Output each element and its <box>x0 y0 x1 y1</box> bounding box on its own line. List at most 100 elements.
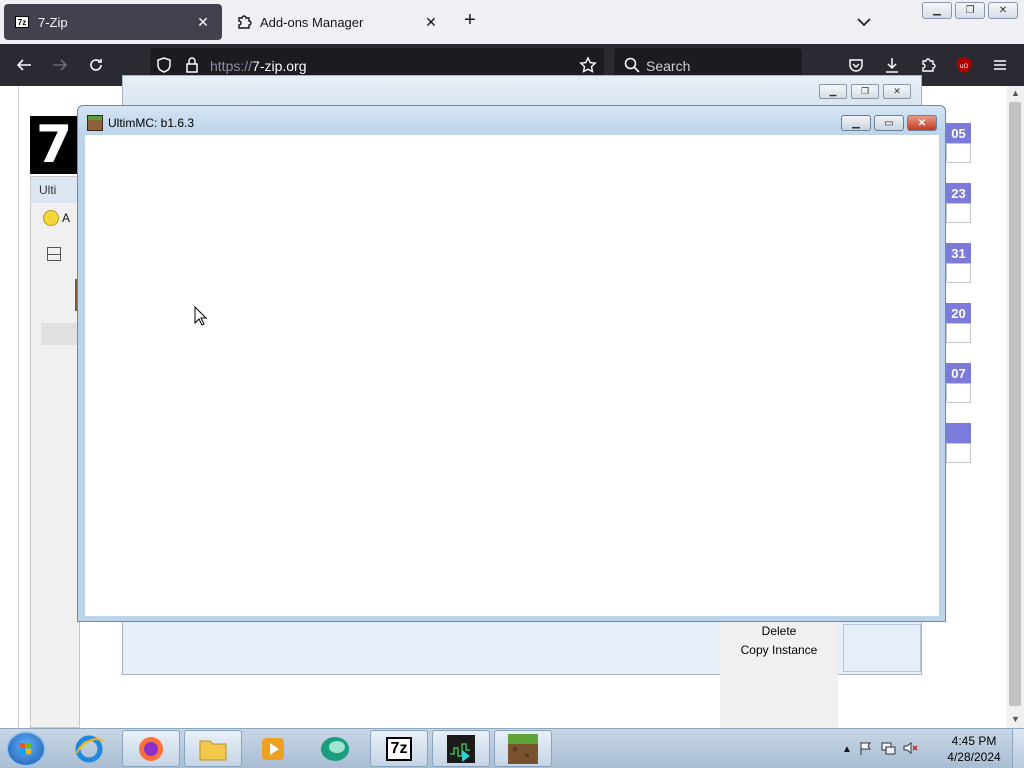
ultimmc-terminal-icon <box>447 734 475 763</box>
close-button[interactable]: ✕ <box>907 115 937 131</box>
pocket-icon[interactable] <box>846 55 866 75</box>
firefox-icon[interactable] <box>122 730 180 767</box>
toolbar: A <box>31 203 79 233</box>
tab-7zip[interactable]: 7z 7-Zip ✕ <box>4 4 222 40</box>
date-blank <box>946 263 971 283</box>
close-window-button[interactable]: ✕ <box>988 2 1018 19</box>
news-date: 31 <box>946 243 971 283</box>
context-menu: Delete Copy Instance <box>720 620 838 728</box>
terminal-taskbar-button[interactable] <box>432 730 490 767</box>
taskbar: 7z ▲ 4:45 PM 4/28/2024 <box>0 728 1024 768</box>
ultimmc-main-window: Ulti A <box>30 176 81 728</box>
grass-block-icon <box>508 733 538 764</box>
menu-item-delete[interactable]: Delete <box>720 624 838 638</box>
network-icon[interactable] <box>880 740 896 759</box>
close-tab-icon[interactable]: ✕ <box>194 14 212 31</box>
tab-addons-manager[interactable]: Add-ons Manager ✕ <box>226 4 450 40</box>
news-date <box>946 423 971 463</box>
internet-explorer-icon[interactable] <box>60 730 118 767</box>
add-instance-icon[interactable] <box>43 210 59 226</box>
news-date: 23 <box>946 183 971 223</box>
news-date: 20 <box>946 303 971 343</box>
date-badge: 23 <box>946 183 971 203</box>
close-tab-icon[interactable]: ✕ <box>422 14 440 31</box>
date-blank <box>946 203 971 223</box>
url-scheme: https:// <box>210 58 253 74</box>
date-badge <box>946 423 971 443</box>
clock[interactable]: 4:45 PM 4/28/2024 <box>938 733 1010 765</box>
app-globe-icon[interactable] <box>306 730 364 767</box>
background-window-titlebar: ▁ ❐ ✕ <box>123 76 921 106</box>
forward-arrow-icon[interactable] <box>50 55 70 75</box>
show-desktop-button[interactable] <box>1012 729 1024 768</box>
dialog-titlebar[interactable]: UltimMC: b1.6.3 ▁ ▭ ✕ <box>78 106 945 136</box>
sevenzip-favicon-icon: 7z <box>14 14 30 30</box>
close-window-button[interactable]: ✕ <box>883 83 911 99</box>
minimize-button[interactable]: ▁ <box>841 115 871 131</box>
url-host: 7-zip.org <box>252 58 307 74</box>
page-divider <box>18 86 19 728</box>
browser-tab-strip: 7z 7-Zip ✕ Add-ons Manager ✕ + ▁ ❐ ✕ <box>0 0 1024 44</box>
svg-text:uO: uO <box>960 63 969 70</box>
date-badge: 05 <box>946 123 971 143</box>
window-controls: ▁ ❐ ✕ <box>922 2 1018 19</box>
system-tray: ▲ <box>842 729 918 768</box>
window-title: Ulti <box>31 177 79 203</box>
scroll-up-icon[interactable]: ▲ <box>1011 88 1020 98</box>
extensions-icon[interactable] <box>918 55 938 75</box>
media-player-icon[interactable] <box>244 730 302 767</box>
download-icon[interactable] <box>882 55 902 75</box>
action-center-flag-icon[interactable] <box>858 740 874 759</box>
show-hidden-icons-icon[interactable]: ▲ <box>842 744 852 755</box>
ultimmc-taskbar-button[interactable] <box>494 730 552 767</box>
news-date: 07 <box>946 363 971 403</box>
news-date: 05 <box>946 123 971 163</box>
search-icon <box>622 55 642 75</box>
date-blank <box>946 383 971 403</box>
sevenzip-icon: 7z <box>385 736 413 761</box>
chevron-down-icon[interactable] <box>852 12 876 32</box>
maximize-button[interactable]: ▭ <box>874 115 904 131</box>
minimize-button[interactable]: ▁ <box>922 2 952 19</box>
new-tab-button[interactable]: + <box>458 10 482 30</box>
date-badge: 20 <box>946 303 971 323</box>
star-bookmark-icon[interactable] <box>578 55 598 75</box>
toolbar-label[interactable]: A <box>62 211 70 225</box>
volume-muted-icon[interactable] <box>902 740 918 759</box>
page-scrollbar[interactable]: ▲ ▼ <box>1007 86 1024 728</box>
menu-item-copy-instance[interactable]: Copy Instance <box>720 643 838 657</box>
back-arrow-icon[interactable] <box>14 55 34 75</box>
url-text: https://7-zip.org <box>210 58 307 74</box>
ublock-icon[interactable]: uO <box>954 55 974 75</box>
selected-row[interactable] <box>41 323 81 345</box>
file-explorer-icon[interactable] <box>184 730 242 767</box>
clock-date: 4/28/2024 <box>947 750 1001 764</box>
dialog-content-area <box>85 135 939 616</box>
reload-icon[interactable] <box>86 55 106 75</box>
date-badge: 31 <box>946 243 971 263</box>
lock-icon[interactable] <box>182 55 202 75</box>
ultimmc-dialog: UltimMC: b1.6.3 ▁ ▭ ✕ <box>77 105 946 622</box>
minimize-button[interactable]: ▁ <box>819 83 847 99</box>
restore-button[interactable]: ❐ <box>955 2 985 19</box>
hamburger-menu-icon[interactable] <box>990 55 1010 75</box>
scroll-down-icon[interactable]: ▼ <box>1011 714 1020 724</box>
clock-time: 4:45 PM <box>951 734 997 748</box>
background-panel <box>843 624 921 672</box>
date-blank <box>946 443 971 463</box>
windows-logo-icon <box>20 743 32 755</box>
date-blank <box>946 143 971 163</box>
sevenzip-taskbar-button[interactable]: 7z <box>370 730 428 767</box>
shield-icon[interactable] <box>154 55 174 75</box>
tab-label: 7-Zip <box>38 14 68 30</box>
scroll-thumb[interactable] <box>1009 102 1021 706</box>
search-placeholder: Search <box>646 58 691 74</box>
mouse-cursor-icon <box>194 305 208 326</box>
puzzle-icon <box>236 14 252 30</box>
collapse-group-icon[interactable] <box>47 247 61 261</box>
restore-button[interactable]: ❐ <box>851 83 879 99</box>
tab-label: Add-ons Manager <box>260 14 364 30</box>
sevenzip-logo: 7 <box>30 116 80 174</box>
date-blank <box>946 323 971 343</box>
start-button[interactable] <box>6 731 46 767</box>
